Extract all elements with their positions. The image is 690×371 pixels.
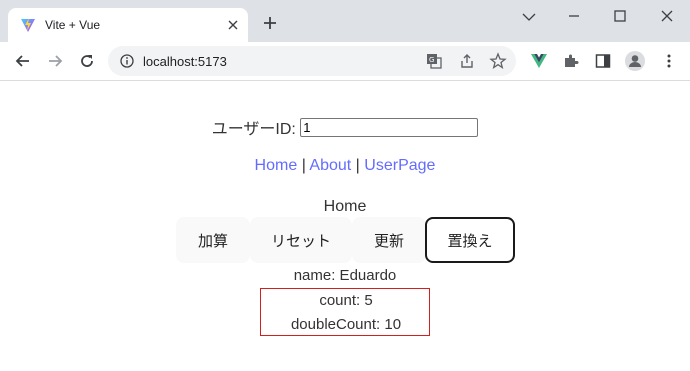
address-bar[interactable]: localhost:5173 G (108, 46, 516, 76)
profile-icon[interactable] (624, 50, 646, 72)
maximize-icon[interactable] (610, 6, 630, 26)
router-nav: Home | About | UserPage (0, 157, 690, 175)
bookmark-star-icon[interactable] (489, 52, 507, 70)
nav-link-home[interactable]: Home (255, 157, 298, 174)
minimize-icon[interactable] (519, 6, 539, 26)
nav-separator: | (301, 157, 306, 174)
reload-icon[interactable] (78, 52, 96, 70)
vue-devtools-icon[interactable] (530, 52, 548, 70)
tab-vite-vue[interactable]: Vite + Vue (8, 8, 248, 42)
new-tab-icon[interactable] (262, 15, 278, 31)
minimize-icon[interactable] (564, 6, 584, 26)
nav-separator: | (355, 157, 360, 174)
tab-strip: Vite + Vue (0, 0, 690, 42)
window-close-icon[interactable] (657, 6, 677, 26)
nav-link-userpage[interactable]: UserPage (364, 157, 435, 174)
side-panel-icon[interactable] (594, 52, 612, 70)
page-content: ユーザーID: Home | About | UserPage Home 加算 … (0, 81, 690, 371)
forward-icon[interactable] (46, 52, 64, 70)
share-icon[interactable] (458, 52, 476, 70)
extensions-icon[interactable] (562, 52, 580, 70)
tab-title: Vite + Vue (45, 18, 101, 32)
replace-button[interactable]: 置換え (425, 217, 515, 263)
name-text: name: Eduardo (293, 267, 397, 284)
add-button[interactable]: 加算 (176, 217, 250, 263)
nav-link-about[interactable]: About (309, 157, 351, 174)
user-id-row: ユーザーID: (0, 115, 690, 139)
user-id-input[interactable] (300, 117, 479, 137)
menu-icon[interactable] (660, 52, 678, 70)
back-icon[interactable] (14, 52, 32, 70)
close-icon[interactable] (226, 18, 240, 32)
double-count-text: doubleCount: 10 (290, 316, 402, 333)
url-text: localhost:5173 (143, 54, 227, 69)
count-box: count: 5 doubleCount: 10 (260, 288, 430, 336)
reset-button[interactable]: リセット (250, 217, 352, 263)
count-text: count: 5 (319, 292, 373, 309)
translate-icon[interactable]: G (425, 52, 443, 70)
view-title: Home (323, 198, 367, 215)
user-id-label: ユーザーID: (211, 121, 296, 138)
update-button[interactable]: 更新 (352, 217, 426, 263)
svg-text:G: G (429, 56, 434, 64)
site-info-icon[interactable] (119, 53, 135, 69)
browser-toolbar: localhost:5173 G (0, 42, 690, 81)
vite-favicon (21, 18, 35, 32)
